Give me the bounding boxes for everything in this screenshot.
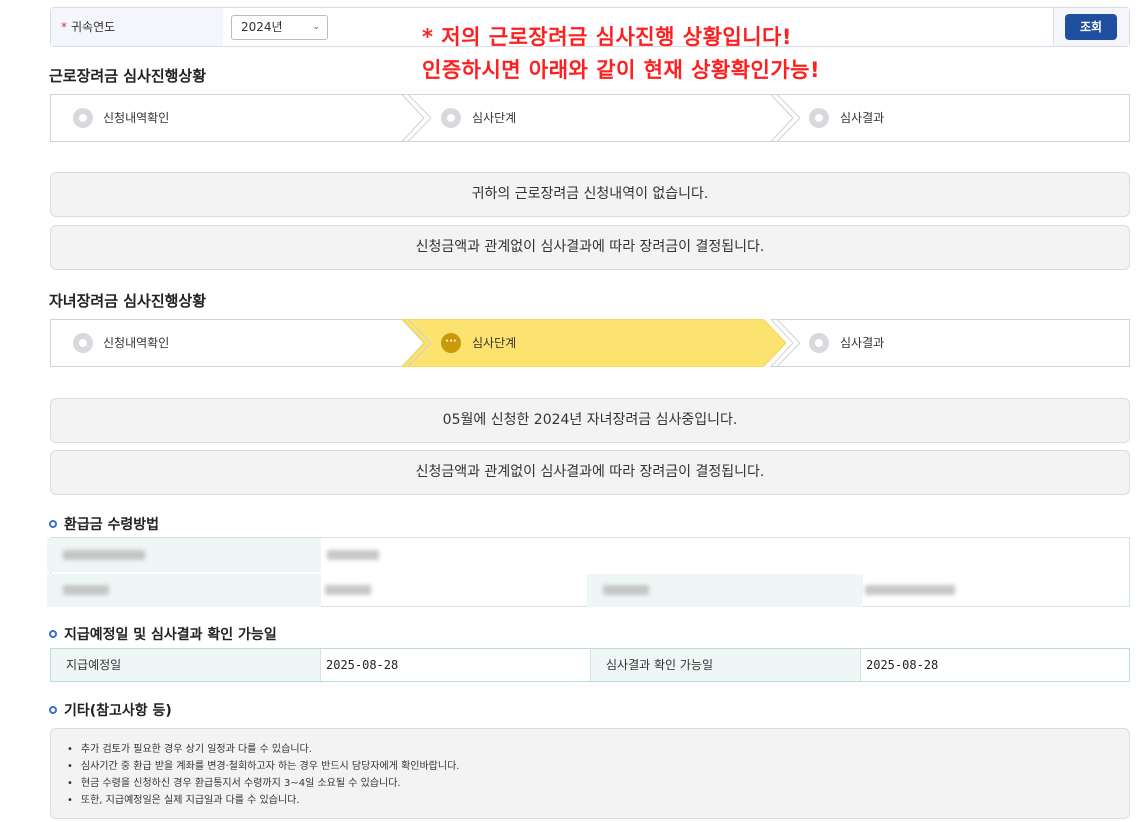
result-date-label: 심사결과 확인 가능일 — [591, 649, 861, 681]
bullet-ring-icon — [49, 520, 57, 528]
refund-method-table-redacted — [47, 537, 1130, 607]
notes-box: 추가 검토가 필요한 경우 상기 일정과 다를 수 있습니다. 심사기간 중 환… — [50, 728, 1130, 819]
redacted-text — [865, 585, 955, 595]
step-pending-icon — [441, 108, 461, 128]
payment-date-title-text: 지급예정일 및 심사결과 확인 가능일 — [64, 627, 277, 643]
step-label-application: 신청내역확인 — [103, 336, 170, 350]
step-label-application: 신청내역확인 — [103, 111, 170, 125]
step-in-progress-icon: ··· — [441, 333, 461, 353]
step-pending-icon — [809, 108, 829, 128]
note-item: 또한, 지급예정일은 실제 지급일과 다를 수 있습니다. — [67, 792, 1129, 809]
work-incentive-message: 귀하의 근로장려금 신청내역이 없습니다. — [50, 172, 1130, 217]
child-incentive-notice: 신청금액과 관계없이 심사결과에 따라 장려금이 결정됩니다. — [50, 450, 1130, 495]
redacted-text — [63, 550, 145, 560]
payment-date-table: 지급예정일 2025-08-28 심사결과 확인 가능일 2025-08-28 — [50, 648, 1130, 682]
other-notes-title-text: 기타(참고사항 등) — [64, 703, 172, 719]
work-incentive-title: 근로장려금 심사진행상황 — [49, 67, 207, 85]
result-date-value: 2025-08-28 — [861, 649, 1129, 681]
child-incentive-title: 자녀장려금 심사진행상황 — [49, 292, 207, 310]
step-label-review: 심사단계 — [472, 336, 517, 350]
scheduled-date-value: 2025-08-28 — [321, 649, 591, 681]
refund-method-title-text: 환급금 수령방법 — [64, 517, 160, 533]
child-incentive-stepper: 신청내역확인 ··· 심사단계 심사결과 — [50, 319, 1130, 367]
step-pending-icon — [809, 333, 829, 353]
refund-method-title: 환급금 수령방법 — [49, 514, 159, 534]
other-notes-title: 기타(참고사항 등) — [49, 700, 172, 720]
redacted-text — [327, 550, 379, 560]
child-incentive-message: 05월에 신청한 2024년 자녀장려금 심사중입니다. — [50, 398, 1130, 443]
note-item: 현금 수령을 신청하신 경우 환급통지서 수령까지 3~4일 소요될 수 있습니… — [67, 775, 1129, 792]
bullet-ring-icon — [49, 630, 57, 638]
note-item: 추가 검토가 필요한 경우 상기 일정과 다를 수 있습니다. — [67, 741, 1129, 758]
step-pending-icon — [73, 108, 93, 128]
year-select-value: 2024년 — [241, 20, 283, 34]
step-label-result: 심사결과 — [840, 336, 885, 350]
overlay-annotation-line2: 인증하시면 아래와 같이 현재 상황확인가능! — [422, 58, 821, 82]
search-button[interactable]: 조회 — [1065, 14, 1117, 40]
year-select[interactable]: 2024년 ⌄ — [231, 15, 328, 40]
year-label: 귀속연도 — [71, 20, 116, 34]
work-incentive-stepper: 신청내역확인 심사단계 심사결과 — [50, 94, 1130, 142]
note-item: 심사기간 중 환급 받을 계좌를 변경·철회하고자 하는 경우 반드시 담당자에… — [67, 758, 1129, 775]
step-label-review: 심사단계 — [472, 111, 517, 125]
stepper-frame — [50, 94, 1130, 142]
search-button-cell: 조회 — [1053, 8, 1129, 46]
year-label-cell: * 귀속연도 — [51, 8, 223, 46]
overlay-annotation-line1: * 저의 근로장려금 심사진행 상황입니다! — [422, 25, 792, 49]
redacted-text — [325, 585, 371, 595]
redacted-text — [63, 585, 109, 595]
step-pending-icon — [73, 333, 93, 353]
redacted-text — [603, 585, 649, 595]
payment-date-title: 지급예정일 및 심사결과 확인 가능일 — [49, 624, 277, 644]
step-label-result: 심사결과 — [840, 111, 885, 125]
bullet-ring-icon — [49, 706, 57, 714]
stepper-frame — [50, 319, 1130, 367]
required-mark: * — [61, 20, 67, 34]
work-incentive-notice: 신청금액과 관계없이 심사결과에 따라 장려금이 결정됩니다. — [50, 225, 1130, 270]
scheduled-date-label: 지급예정일 — [51, 649, 321, 681]
chevron-down-icon: ⌄ — [312, 22, 320, 32]
